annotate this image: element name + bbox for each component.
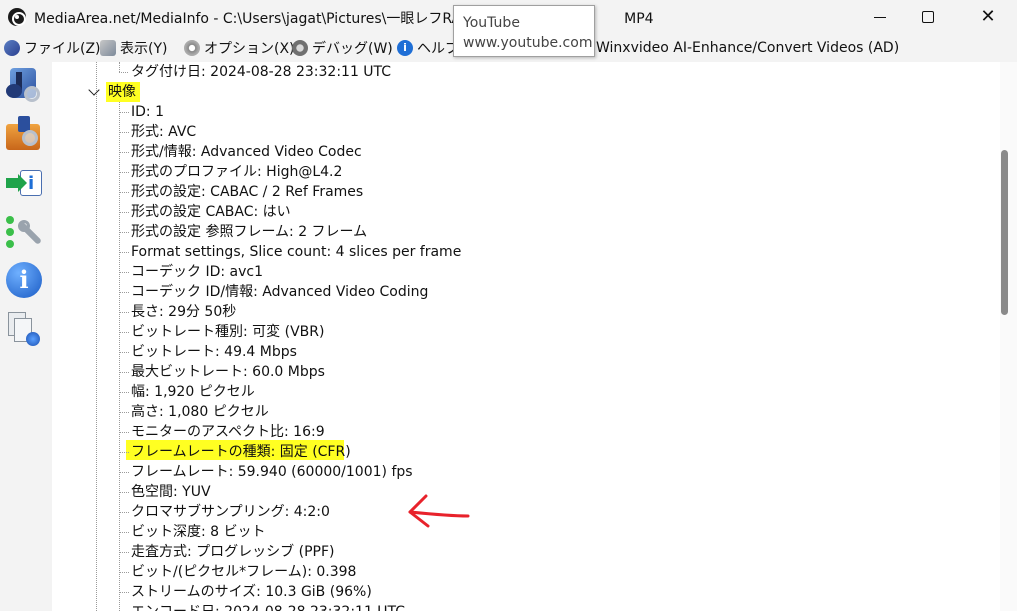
- minimize-button[interactable]: [857, 0, 903, 34]
- close-button[interactable]: ✕: [965, 0, 1011, 34]
- tree-row: ストリームのサイズ: 10.3 GiB (96%): [131, 584, 372, 600]
- close-icon: ✕: [980, 6, 996, 27]
- tree-row: モニターのアスペクト比: 16:9: [131, 424, 325, 440]
- tree-row: 形式: AVC: [131, 124, 197, 140]
- web-knowledge-icon[interactable]: [4, 310, 44, 350]
- left-toolbar: i i: [0, 62, 52, 611]
- tree-row: 長さ: 29分 50秒: [131, 304, 237, 320]
- menu-file[interactable]: ファイル(Z): [4, 38, 101, 58]
- tree-row: ビットレート: 49.4 Mbps: [131, 344, 297, 360]
- menu-help[interactable]: i ヘルプ: [397, 38, 459, 58]
- tree-connector: [120, 292, 129, 293]
- tagged-date-row: タグ付け日: 2024-08-28 23:32:11 UTC: [131, 64, 392, 80]
- mediainfo-app-icon: [8, 8, 26, 26]
- tree-connector: [120, 372, 129, 373]
- file-menu-icon: [4, 40, 20, 56]
- tree-connector: [120, 312, 129, 313]
- tree-connector: [120, 432, 129, 433]
- tree-row: コーデック ID: avc1: [131, 264, 263, 280]
- menu-ad-label: Winxvideo AI-Enhance/Convert Videos (AD): [596, 40, 900, 56]
- tooltip-title: YouTube: [463, 15, 520, 31]
- tree-row: ID: 1: [131, 104, 164, 120]
- tree-connector: [120, 172, 129, 173]
- tree-row: ビット深度: 8 ビット: [131, 524, 266, 540]
- audio-file-icon[interactable]: [4, 66, 44, 106]
- tree-row: フレームレート: 59.940 (60000/1001) fps: [131, 464, 413, 480]
- menu-view[interactable]: 表示(Y): [100, 38, 167, 58]
- tree-row: エンコード日: 2024-08-28 23:32:11 UTC: [131, 602, 405, 611]
- help-menu-icon: i: [397, 40, 413, 56]
- view-menu-icon: [100, 40, 116, 56]
- tree-row: フレームレートの種類: 固定 (CFR): [131, 444, 351, 460]
- tree-row: 走査方式: プログレッシブ (PPF): [131, 544, 335, 560]
- menu-debug-label: デバッグ(W): [312, 41, 393, 57]
- youtube-tooltip: YouTube www.youtube.com: [453, 5, 595, 57]
- menu-debug[interactable]: デバッグ(W): [292, 38, 393, 58]
- menu-options-label: オプション(X): [204, 41, 295, 57]
- tree-row: 幅: 1,920 ピクセル: [131, 384, 255, 400]
- video-section-label: 映像: [106, 82, 140, 102]
- video-section-header[interactable]: 映像: [88, 82, 140, 102]
- tree-connector: [120, 572, 129, 573]
- debug-menu-icon: [292, 40, 308, 56]
- tree-connector: [120, 512, 129, 513]
- tree-row: 色空間: YUV: [131, 484, 211, 500]
- tree-row: 高さ: 1,080 ピクセル: [131, 404, 269, 420]
- tree-connector: [120, 152, 129, 153]
- options-menu-icon: [184, 40, 200, 56]
- chevron-down-icon[interactable]: [88, 84, 100, 96]
- tree-connector: [120, 112, 129, 113]
- tree-row: Format settings, Slice count: 4 slices p…: [131, 244, 462, 260]
- tree-row: ビットレート種別: 可変 (VBR): [131, 324, 325, 340]
- menu-file-label: ファイル(Z): [24, 41, 101, 57]
- tree-connector: [120, 532, 129, 533]
- tree-connector: [120, 412, 129, 413]
- tree-row: ビット/(ピクセル*フレーム): 0.398: [131, 564, 357, 580]
- tree-row: コーデック ID/情報: Advanced Video Coding: [131, 284, 429, 300]
- tree-row: 形式の設定 CABAC: はい: [131, 204, 291, 220]
- preferences-icon[interactable]: [4, 212, 44, 252]
- tree-connector: [120, 212, 129, 213]
- tree-connector: [120, 252, 129, 253]
- about-info-icon[interactable]: i: [4, 260, 44, 300]
- tree-connector: [120, 492, 129, 493]
- tree-row: 形式のプロファイル: High@L4.2: [131, 164, 343, 180]
- tree-row: 形式の設定: CABAC / 2 Ref Frames: [131, 184, 364, 200]
- minimize-icon: [874, 16, 886, 18]
- menu-view-label: 表示(Y): [120, 41, 168, 57]
- tree-connector: [120, 272, 129, 273]
- info-tree-view[interactable]: タグ付け日: 2024-08-28 23:32:11 UTC 映像 ID: 1 形…: [52, 62, 1000, 611]
- menu-options[interactable]: オプション(X): [184, 38, 295, 58]
- menu-ad-link[interactable]: Winxvideo AI-Enhance/Convert Videos (AD): [596, 38, 899, 58]
- annotation-arrow: [408, 494, 470, 528]
- tree-connector: [120, 472, 129, 473]
- tree-row: 最大ビットレート: 60.0 Mbps: [131, 364, 325, 380]
- tree-connector: [120, 452, 129, 453]
- tree-row: 形式の設定 参照フレーム: 2 フレーム: [131, 224, 368, 240]
- tooltip-url: www.youtube.com: [463, 35, 593, 51]
- maximize-icon: [922, 11, 934, 23]
- scrollbar-thumb[interactable]: [1001, 150, 1008, 315]
- tree-connector: [120, 132, 129, 133]
- open-folder-icon[interactable]: [4, 114, 44, 154]
- tree-connector: [120, 552, 129, 553]
- tree-row: クロマサブサンプリング: 4:2:0: [131, 504, 330, 520]
- vertical-scrollbar[interactable]: [1000, 62, 1017, 611]
- export-info-icon[interactable]: i: [4, 164, 44, 204]
- tree-row: 形式/情報: Advanced Video Codec: [131, 144, 362, 160]
- tree-connector: [120, 392, 129, 393]
- tree-connector: [120, 192, 129, 193]
- tree-connector: [120, 232, 129, 233]
- tree-connector: [120, 592, 129, 593]
- tree-connector: [120, 352, 129, 353]
- maximize-button[interactable]: [905, 0, 951, 34]
- tree-connector: [120, 332, 129, 333]
